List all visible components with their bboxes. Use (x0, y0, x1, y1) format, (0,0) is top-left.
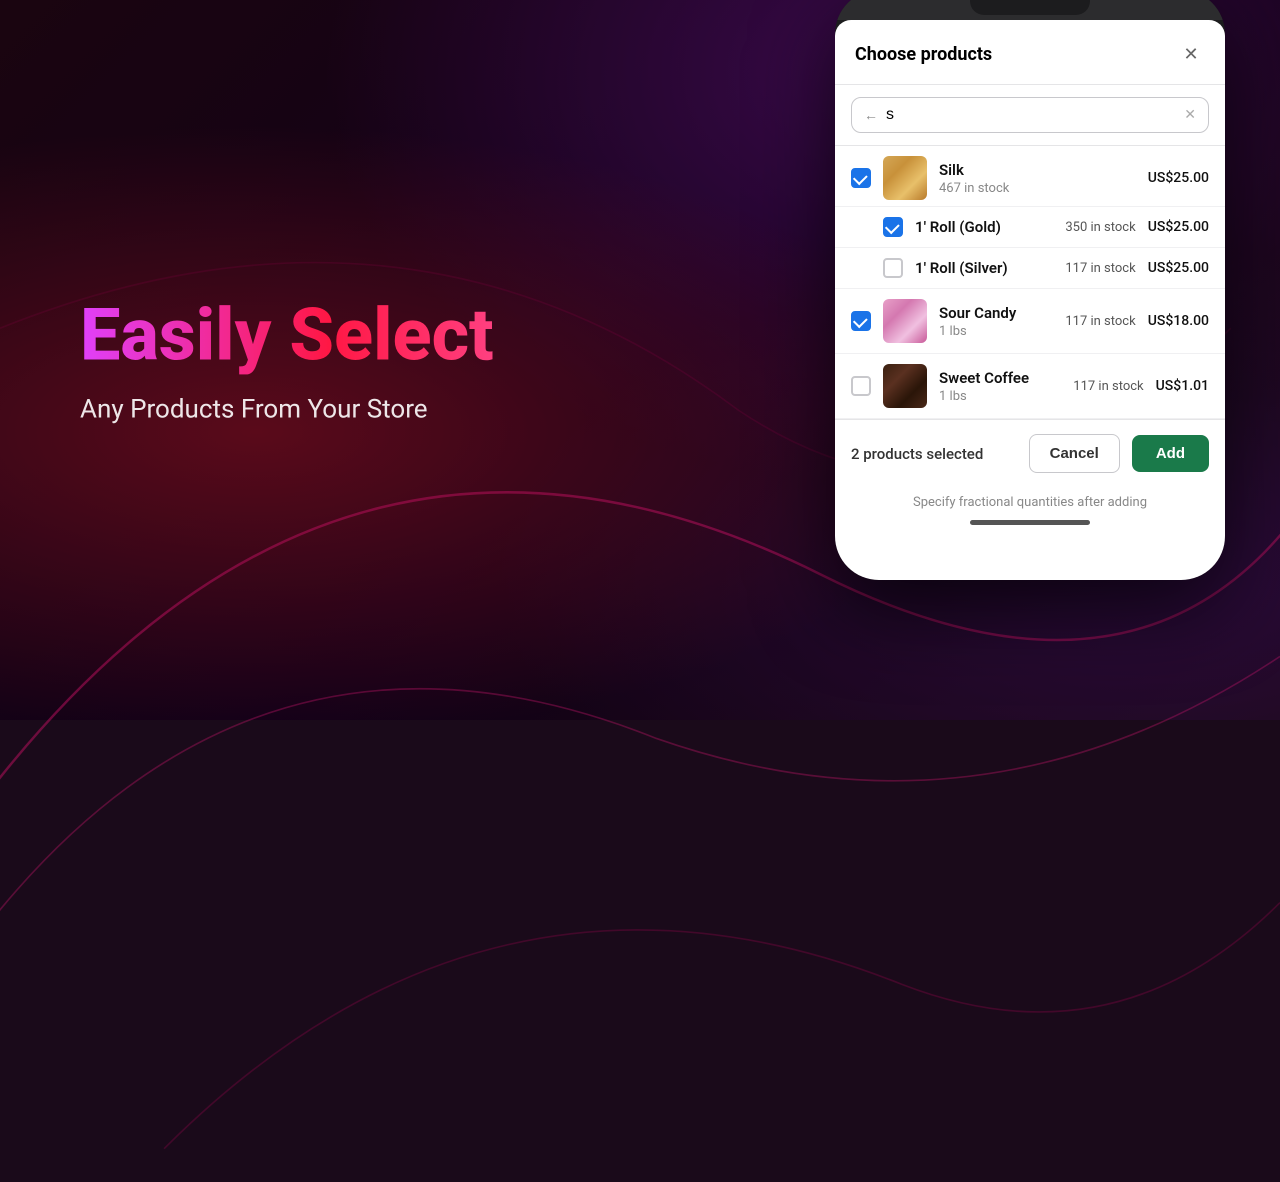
phone-notch (970, 0, 1090, 15)
checkbox-sour-candy[interactable] (851, 311, 871, 331)
product-name-sweet-coffee: Sweet Coffee (939, 369, 1061, 387)
product-stock-silk-gold: 350 in stock (1065, 220, 1135, 235)
product-item-silk-gold[interactable]: 1' Roll (Gold) 350 in stock US$25.00 (835, 207, 1225, 248)
back-icon[interactable]: ← (864, 107, 878, 124)
product-item-silk-silver[interactable]: 1' Roll (Silver) 117 in stock US$25.00 (835, 248, 1225, 289)
search-input[interactable] (886, 106, 1176, 124)
product-item-silk[interactable]: Silk 467 in stock US$25.00 (835, 146, 1225, 207)
product-name-silk: Silk (939, 161, 1136, 179)
selected-count: 2 products selected (851, 445, 1017, 463)
search-bar: ← ✕ (851, 97, 1209, 133)
product-thumb-sweet-coffee (883, 364, 927, 408)
product-price-sweet-coffee: US$1.01 (1156, 378, 1209, 394)
phone: Choose products ✕ ← ✕ (835, 0, 1225, 580)
product-stock-silk: 467 in stock (939, 181, 1136, 196)
headline: Easily Select (80, 295, 494, 374)
checkbox-silk-silver[interactable] (883, 258, 903, 278)
modal-hint: Specify fractional quantities after addi… (835, 487, 1225, 510)
product-price-silk-gold: US$25.00 (1148, 219, 1209, 235)
home-indicator (970, 520, 1090, 525)
product-price-silk-silver: US$25.00 (1148, 260, 1209, 276)
checkbox-sweet-coffee[interactable] (851, 376, 871, 396)
product-info-sour-candy: Sour Candy 1 lbs (939, 304, 1053, 339)
product-name-sour-candy: Sour Candy (939, 304, 1053, 322)
subheadline: Any Products From Your Store (80, 395, 494, 425)
product-info-sweet-coffee: Sweet Coffee 1 lbs (939, 369, 1061, 404)
modal: Choose products ✕ ← ✕ (835, 20, 1225, 580)
close-button[interactable]: ✕ (1177, 40, 1205, 68)
modal-header: Choose products ✕ (835, 20, 1225, 85)
product-price-sour-candy: US$18.00 (1148, 313, 1209, 329)
phone-top-bar (835, 0, 1225, 20)
product-stock-inline-sour-candy: 117 in stock (1065, 314, 1135, 329)
checkbox-silk[interactable] (851, 168, 871, 188)
product-stock-silk-silver: 117 in stock (1065, 261, 1135, 276)
product-name-silk-gold: 1' Roll (Gold) (915, 218, 1053, 236)
product-stock-sweet-coffee: 1 lbs (939, 389, 1061, 404)
product-thumb-silk (883, 156, 927, 200)
product-thumb-sour-candy (883, 299, 927, 343)
product-info-silk-gold: 1' Roll (Gold) (915, 218, 1053, 236)
product-item-sweet-coffee[interactable]: Sweet Coffee 1 lbs 117 in stock US$1.01 (835, 354, 1225, 419)
search-clear-icon[interactable]: ✕ (1184, 107, 1196, 123)
left-content: Easily Select Any Products From Your Sto… (80, 295, 494, 424)
search-container: ← ✕ (835, 85, 1225, 146)
product-name-silk-silver: 1' Roll (Silver) (915, 259, 1053, 277)
add-button[interactable]: Add (1132, 435, 1209, 472)
product-stock-sour-candy: 1 lbs (939, 324, 1053, 339)
cancel-button[interactable]: Cancel (1029, 434, 1120, 473)
product-info-silk-silver: 1' Roll (Silver) (915, 259, 1053, 277)
modal-title: Choose products (855, 44, 992, 65)
product-list: Silk 467 in stock US$25.00 1' Roll (Gold… (835, 146, 1225, 419)
phone-wrapper: Choose products ✕ ← ✕ (820, 0, 1240, 720)
modal-footer: 2 products selected Cancel Add (835, 419, 1225, 487)
checkbox-silk-gold[interactable] (883, 217, 903, 237)
product-price-silk: US$25.00 (1148, 170, 1209, 186)
product-item-sour-candy[interactable]: Sour Candy 1 lbs 117 in stock US$18.00 (835, 289, 1225, 354)
product-stock-inline-sweet-coffee: 117 in stock (1073, 379, 1143, 394)
product-info-silk: Silk 467 in stock (939, 161, 1136, 196)
